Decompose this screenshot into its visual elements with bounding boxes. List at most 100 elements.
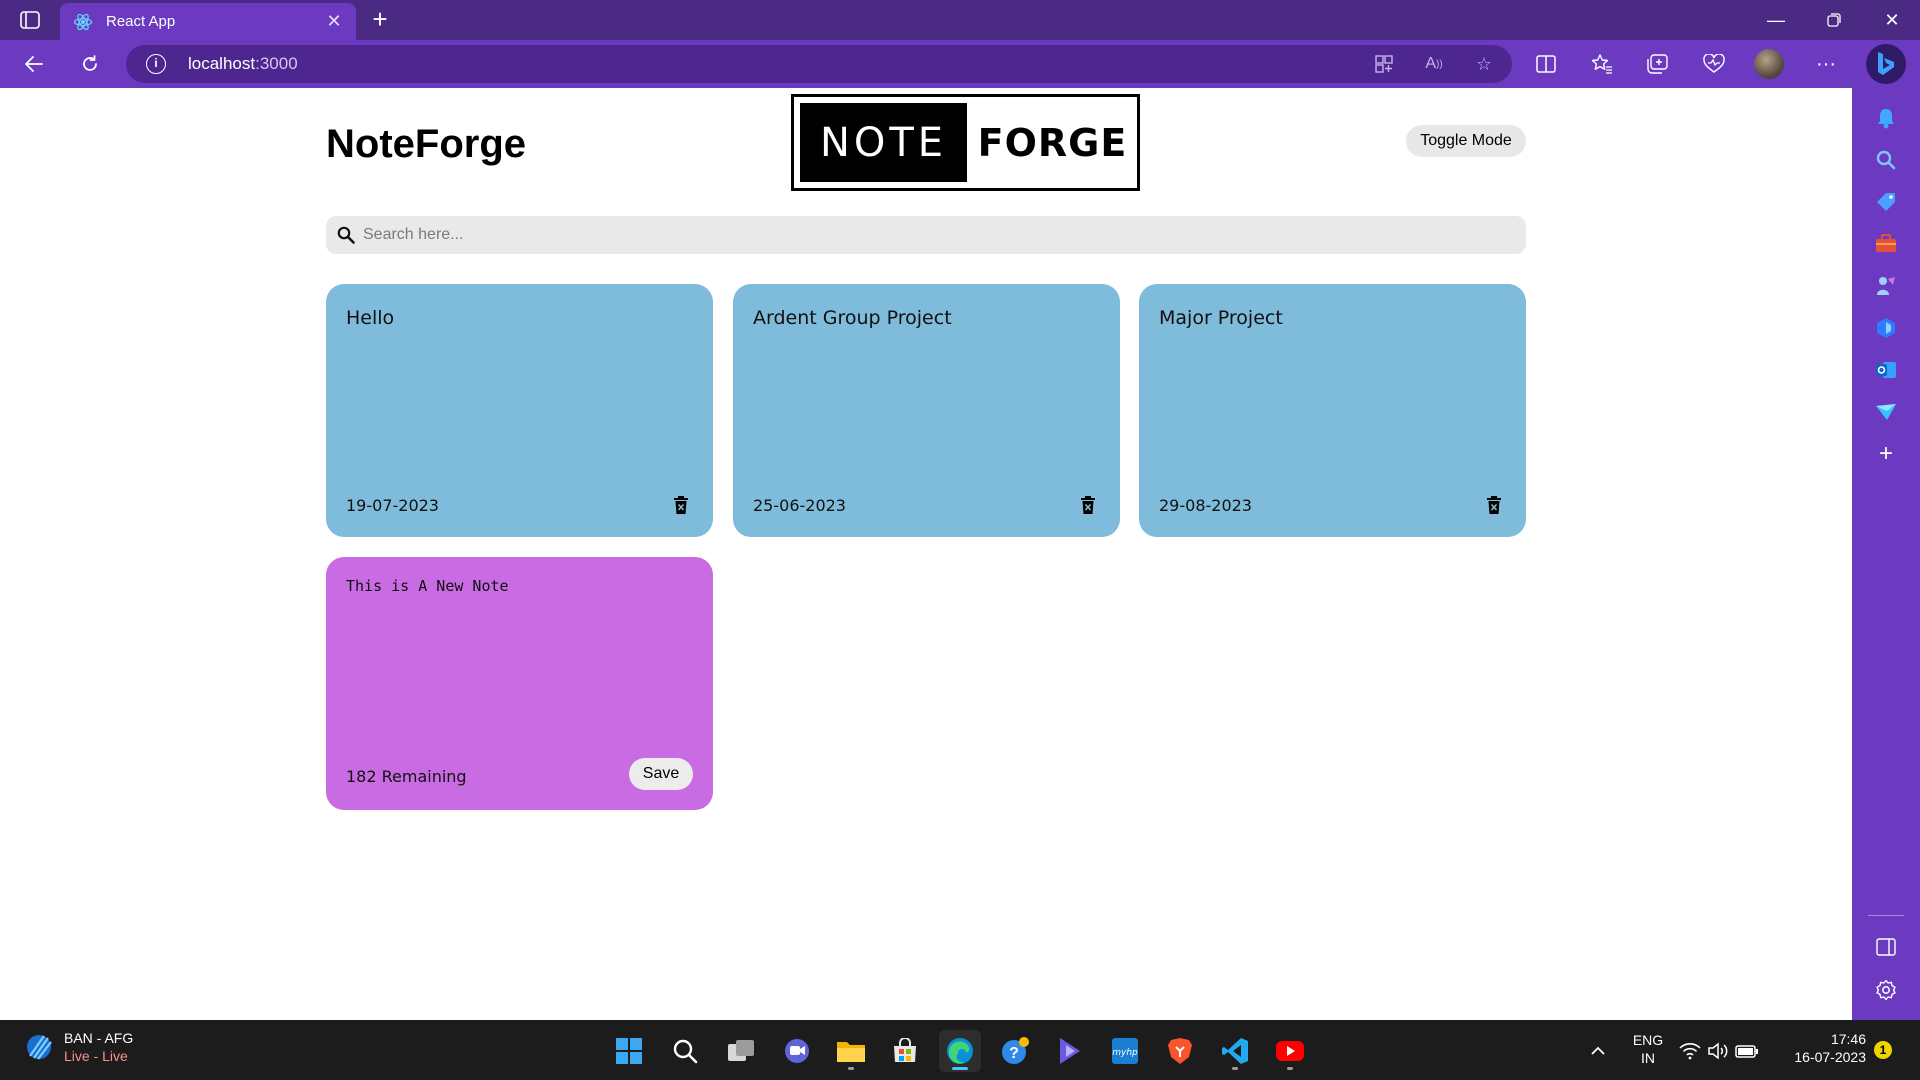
widget-subtitle: Live - Live	[64, 1048, 128, 1064]
search-icon	[335, 224, 357, 246]
svg-text:?: ?	[1009, 1045, 1019, 1062]
browser-title-bar: React App ✕ + — ✕	[0, 0, 1920, 40]
clock[interactable]: 17:46 16-07-2023	[1776, 1031, 1866, 1065]
windows-taskbar: BAN - AFG Live - Live ? myhp ENG IN 17:4…	[0, 1020, 1920, 1080]
logo-note-text: NOTE	[800, 103, 967, 182]
edge-browser-icon[interactable]	[939, 1030, 981, 1072]
running-indicator	[1232, 1067, 1238, 1070]
sports-widget[interactable]: BAN - AFG Live - Live	[24, 1030, 133, 1064]
hide-sidebar-icon[interactable]	[1870, 931, 1902, 963]
show-hidden-icons-chevron-icon[interactable]	[1576, 1030, 1620, 1072]
tab-title: React App	[106, 13, 176, 30]
note-text: Major Project	[1159, 307, 1283, 329]
outlook-icon[interactable]	[1870, 354, 1902, 386]
restore-icon[interactable]	[1806, 0, 1862, 40]
microsoft-365-icon[interactable]	[1870, 312, 1902, 344]
sidebar-divider	[1868, 915, 1904, 916]
app-title: NoteForge	[326, 122, 526, 166]
note-text: Hello	[346, 307, 395, 329]
minimize-icon[interactable]: —	[1748, 0, 1804, 40]
get-help-icon[interactable]: ?	[994, 1030, 1036, 1072]
language-indicator[interactable]: ENG IN	[1628, 1032, 1668, 1066]
note-date: 25-06-2023	[753, 496, 846, 515]
read-aloud-icon[interactable]: A))	[1418, 48, 1450, 80]
vscode-icon[interactable]	[1214, 1030, 1256, 1072]
close-window-icon[interactable]: ✕	[1864, 0, 1920, 40]
delete-trash-icon[interactable]	[1484, 494, 1504, 516]
refresh-icon[interactable]	[74, 48, 106, 80]
new-tab-button[interactable]: +	[366, 6, 394, 34]
more-options-icon[interactable]: ···	[1810, 48, 1842, 80]
notification-bell-icon[interactable]	[1870, 102, 1902, 134]
save-button[interactable]: Save	[629, 758, 693, 790]
app-available-icon[interactable]	[1368, 48, 1400, 80]
logo-forge-text: FORGE	[977, 120, 1128, 165]
split-screen-icon[interactable]	[1530, 48, 1562, 80]
search-input[interactable]	[363, 226, 1526, 244]
address-bar[interactable]: i localhost:3000 A)) ☆	[126, 45, 1512, 83]
shopping-tag-icon[interactable]	[1870, 186, 1902, 218]
characters-remaining: 182 Remaining	[346, 767, 467, 786]
widget-title: BAN - AFG	[64, 1030, 134, 1046]
tools-briefcase-icon[interactable]	[1870, 228, 1902, 260]
add-sidebar-app-icon[interactable]: +	[1870, 438, 1902, 470]
note-date: 19-07-2023	[346, 496, 439, 515]
battery-icon	[1735, 1045, 1758, 1058]
browser-tab-active[interactable]: React App ✕	[60, 3, 356, 40]
wifi-icon	[1679, 1043, 1701, 1060]
back-icon[interactable]	[18, 48, 50, 80]
running-indicator	[1287, 1067, 1293, 1070]
browser-toolbar: i localhost:3000 A)) ☆ ···	[0, 40, 1920, 88]
task-view-icon[interactable]	[720, 1030, 762, 1072]
browser-essentials-icon[interactable]	[1698, 48, 1730, 80]
notification-count-badge[interactable]: 1	[1874, 1041, 1892, 1059]
close-tab-icon[interactable]: ✕	[324, 11, 344, 32]
collections-icon[interactable]	[1642, 48, 1674, 80]
teams-chat-icon[interactable]	[776, 1030, 818, 1072]
url-host: localhost	[188, 54, 256, 73]
note-card: Major Project 29-08-2023	[1139, 284, 1526, 537]
youtube-icon[interactable]	[1269, 1030, 1311, 1072]
note-card: Hello 19-07-2023	[326, 284, 713, 537]
cricket-icon	[27, 1035, 52, 1060]
site-info-icon[interactable]: i	[146, 54, 166, 74]
clock-time: 17:46	[1830, 1031, 1866, 1047]
page-viewport: NoteForge NOTE FORGE Toggle Mode Hello 1…	[0, 88, 1852, 1020]
running-indicator	[848, 1067, 854, 1070]
sidebar-settings-gear-icon[interactable]	[1870, 974, 1902, 1006]
bing-copilot-icon[interactable]	[1866, 44, 1906, 84]
note-date: 29-08-2023	[1159, 496, 1252, 515]
quick-settings[interactable]	[1674, 1030, 1764, 1072]
myhp-icon[interactable]: myhp	[1104, 1030, 1146, 1072]
games-icon[interactable]	[1870, 270, 1902, 302]
drop-send-icon[interactable]	[1870, 396, 1902, 428]
edge-sidebar: +	[1852, 88, 1920, 1020]
language-code: ENG	[1632, 1032, 1664, 1048]
taskbar-search-icon[interactable]	[664, 1030, 706, 1072]
search-sidebar-icon[interactable]	[1870, 144, 1902, 176]
tab-actions-icon[interactable]	[14, 8, 46, 32]
volume-icon	[1708, 1042, 1728, 1060]
start-windows-icon[interactable]	[608, 1030, 650, 1072]
clock-date: 16-07-2023	[1794, 1049, 1866, 1065]
favorite-star-icon[interactable]: ☆	[1468, 48, 1500, 80]
new-note-textarea[interactable]	[346, 577, 693, 727]
url-port: :3000	[255, 54, 298, 73]
profile-avatar[interactable]	[1754, 49, 1784, 79]
microsoft-store-icon[interactable]	[884, 1030, 926, 1072]
delete-trash-icon[interactable]	[671, 494, 691, 516]
new-note-card: 182 Remaining Save	[326, 557, 713, 810]
noteforge-logo: NOTE FORGE	[791, 94, 1140, 191]
search-bar	[326, 216, 1526, 254]
delete-trash-icon[interactable]	[1078, 494, 1098, 516]
favorites-icon[interactable]	[1586, 48, 1618, 80]
svg-text:myhp: myhp	[1112, 1048, 1138, 1058]
note-card: Ardent Group Project 25-06-2023	[733, 284, 1120, 537]
react-logo-icon	[72, 11, 94, 33]
power-automate-icon[interactable]	[1049, 1030, 1091, 1072]
region-code: IN	[1641, 1050, 1655, 1066]
toggle-mode-button[interactable]: Toggle Mode	[1406, 125, 1526, 157]
active-indicator	[952, 1067, 968, 1070]
brave-browser-icon[interactable]	[1159, 1030, 1201, 1072]
file-explorer-icon[interactable]	[830, 1030, 872, 1072]
